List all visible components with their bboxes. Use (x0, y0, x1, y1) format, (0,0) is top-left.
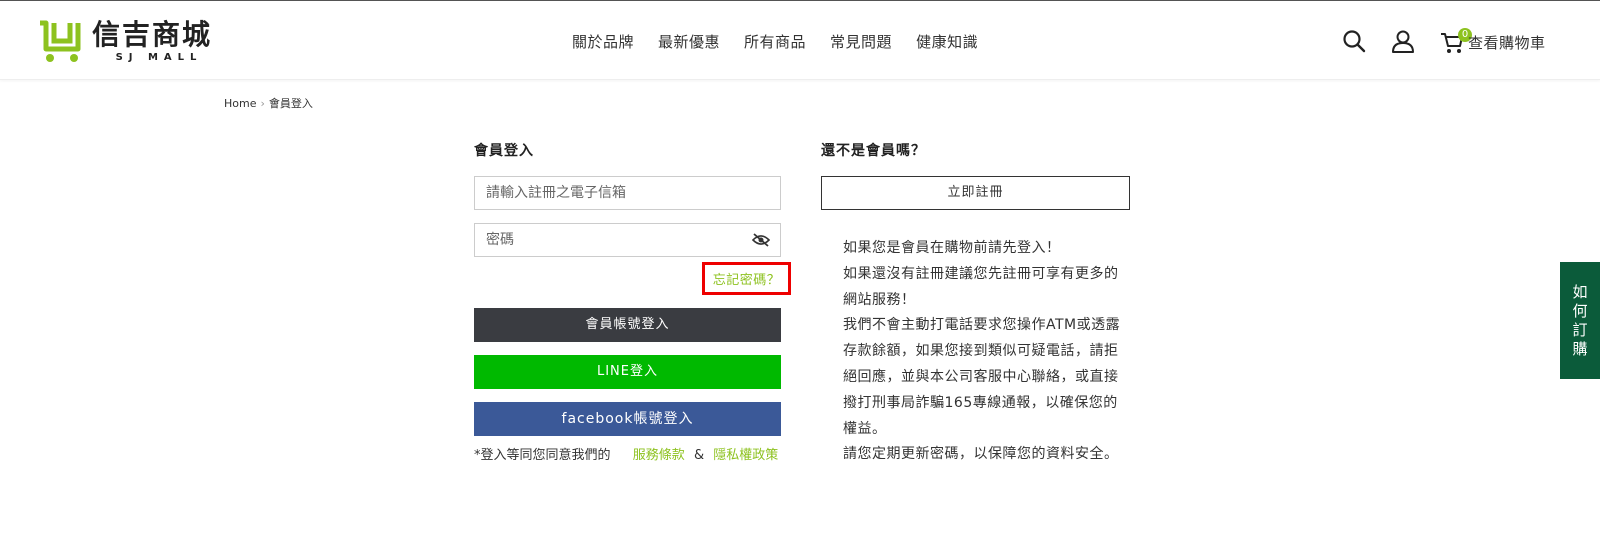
breadcrumb-current: 會員登入 (268, 97, 313, 110)
password-placeholder: 密碼 (486, 232, 514, 248)
login-section: 會員登入 請輸入註冊之電子信箱 密碼 忘記密碼？ 會員帳號登入 LINE登入 f… (474, 140, 791, 463)
note-item: 請您定期更新密碼，以保障您的資料安全。 (843, 446, 1119, 463)
breadcrumb-home[interactable]: Home (224, 97, 256, 110)
note-item: 如果還沒有註冊建議您先註冊可享有更多的網站服務！ (843, 265, 1119, 308)
side-tab-char: 購 (1572, 339, 1588, 358)
privacy-policy-link[interactable]: 隱私權政策 (713, 448, 778, 463)
note-item: 我們不會主動打電話要求您操作ATM或透露存款餘額，如果您接到類似可疑電話，請拒絕… (843, 317, 1121, 437)
cart-logo-icon (40, 20, 81, 62)
site-header: 信吉商城 SJ MALL 關於品牌 最新優惠 所有商品 常見問題 健康知識 0 … (0, 1, 1600, 80)
member-notes: 如果您是會員在購物前請先登入！ 如果還沒有註冊建議您先註冊可享有更多的網站服務！… (843, 236, 1123, 468)
terms-of-service-link[interactable]: 服務條款 (633, 448, 685, 463)
site-logo[interactable]: 信吉商城 SJ MALL (38, 19, 212, 63)
side-tab-char: 訂 (1572, 320, 1588, 339)
eye-slash-icon[interactable] (752, 233, 770, 247)
user-icon[interactable] (1391, 29, 1415, 53)
logo-english-text: SJ MALL (115, 52, 203, 63)
nav-item-brand[interactable]: 關於品牌 (572, 31, 634, 52)
breadcrumb: Home › 會員登入 (224, 95, 313, 111)
chevron-right-icon: › (260, 96, 265, 110)
password-input[interactable]: 密碼 (474, 223, 781, 257)
email-input[interactable]: 請輸入註冊之電子信箱 (474, 176, 781, 210)
how-to-order-tab[interactable]: 如 何 訂 購 (1560, 262, 1600, 379)
logo-chinese-text: 信吉商城 (92, 18, 213, 51)
nav-item-offers[interactable]: 最新優惠 (658, 31, 720, 52)
terms-and: & (693, 448, 705, 463)
register-section: 還不是會員嗎？ 立即註冊 如果您是會員在購物前請先登入！ 如果還沒有註冊建議您先… (821, 140, 1130, 462)
register-title: 還不是會員嗎？ (821, 143, 926, 159)
terms-prefix: *登入等同您同意我們的 (474, 448, 611, 463)
nav-item-products[interactable]: 所有商品 (744, 31, 806, 52)
side-tab-char: 何 (1572, 301, 1588, 320)
terms-notice: *登入等同您同意我們的 服務條款 & 隱私權政策 (474, 444, 804, 463)
search-icon[interactable] (1342, 29, 1366, 53)
nav-item-health[interactable]: 健康知識 (916, 31, 978, 52)
member-login-button[interactable]: 會員帳號登入 (474, 308, 781, 342)
nav-item-faq[interactable]: 常見問題 (830, 31, 892, 52)
side-tab-char: 如 (1572, 282, 1588, 301)
line-login-button[interactable]: LINE登入 (474, 355, 781, 389)
forgot-password-link[interactable]: 忘記密碼？ (702, 262, 791, 295)
view-cart-link[interactable]: 查看購物車 (1468, 32, 1546, 53)
login-title: 會員登入 (474, 143, 534, 159)
facebook-login-button[interactable]: facebook帳號登入 (474, 402, 781, 436)
note-item: 如果您是會員在購物前請先登入！ (843, 240, 1061, 256)
register-button[interactable]: 立即註冊 (821, 176, 1130, 210)
main-nav: 關於品牌 最新優惠 所有商品 常見問題 健康知識 (572, 31, 1002, 52)
